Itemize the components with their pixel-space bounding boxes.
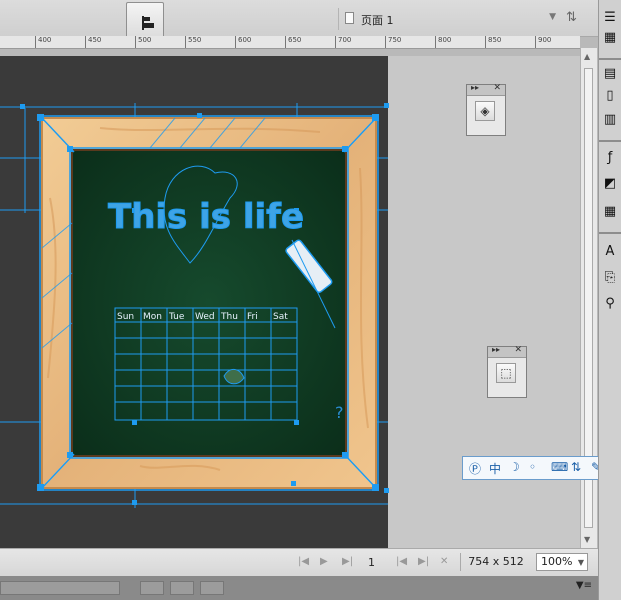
page-selector-label: 页面 1: [361, 14, 394, 27]
calendar-day-label: Tue: [168, 312, 185, 322]
tool-icon[interactable]: ⎘: [602, 270, 618, 286]
tool-icon[interactable]: ⚲: [602, 296, 618, 312]
chevron-down-icon: ▼: [549, 12, 556, 22]
collapse-icon[interactable]: ▸▸: [492, 345, 500, 354]
bottom-panel-strip: ▼≡: [0, 576, 598, 600]
ime-mode-icon[interactable]: Ⓟ: [469, 460, 481, 477]
close-icon[interactable]: ✕: [493, 83, 501, 93]
tool-icon[interactable]: ▥: [602, 112, 618, 128]
ruler-tick: 650: [288, 36, 302, 44]
tool-icon[interactable]: ☰: [602, 10, 618, 26]
svg-text:?: ?: [335, 403, 344, 422]
ime-tool-icon[interactable]: ⇅: [571, 460, 581, 474]
ime-chinese-icon[interactable]: 中: [489, 460, 501, 477]
sort-icon[interactable]: ⇅: [566, 10, 577, 25]
ruler-tick: 600: [238, 36, 252, 44]
canvas-size: 754 x 512: [460, 553, 531, 571]
layers-icon[interactable]: ◈: [475, 101, 495, 121]
page-document-icon: [345, 12, 354, 24]
close-icon[interactable]: ✕: [514, 345, 522, 355]
tool-icon[interactable]: ▯: [602, 88, 618, 104]
status-bar: |◀ ▶ ▶| 1 |◀ ▶| ✕ 754 x 512 100% ▼: [0, 548, 598, 576]
ruler-tick: 450: [88, 36, 102, 44]
path-panel[interactable]: ▸▸ ✕ ⬚: [487, 345, 527, 398]
ime-keyboard-icon[interactable]: ⌨: [551, 460, 568, 474]
ruler-tick: 800: [438, 36, 452, 44]
tool-icon[interactable]: ◩: [602, 176, 618, 192]
calendar-day-label: Mon: [143, 312, 162, 322]
right-tool-strip: ☰ ▦ ▤ ▯ ▥ ƒ ◩ ▦ A ⎘ ⚲: [598, 0, 621, 600]
scroll-down-icon[interactable]: ▼: [584, 535, 590, 544]
collapse-icon[interactable]: ▸▸: [471, 83, 479, 92]
zoom-value: 100%: [541, 555, 573, 568]
tool-icon[interactable]: ▦: [602, 204, 618, 220]
ime-toolbar[interactable]: Ⓟ 中 ☽ ◦ ⌨ ⇅ ✎: [462, 456, 610, 480]
calendar-day-label: Wed: [195, 312, 215, 322]
scroll-up-icon[interactable]: ▲: [584, 52, 590, 61]
ruler-tick: 900: [538, 36, 552, 44]
ruler-tick: 850: [488, 36, 502, 44]
next-icon[interactable]: ▶|: [418, 556, 429, 567]
page-number[interactable]: 1: [368, 556, 375, 569]
page-selector[interactable]: 页面 1 ▼: [338, 8, 560, 30]
ruler-tick: 400: [38, 36, 52, 44]
prev-icon[interactable]: |◀: [396, 556, 407, 567]
ime-moon-icon[interactable]: ☽: [509, 460, 520, 474]
calendar-day-label: Sat: [273, 312, 288, 322]
tool-icon[interactable]: ▦: [602, 30, 618, 46]
ruler-tick: 750: [388, 36, 402, 44]
zoom-select[interactable]: 100% ▼: [536, 553, 588, 571]
calendar-day-label: Thu: [220, 312, 238, 322]
calendar-day-label: Sun: [117, 312, 134, 322]
chalkboard[interactable]: [71, 149, 347, 457]
ruler-tick: 550: [188, 36, 202, 44]
panel-menu-icon[interactable]: ▼≡: [576, 580, 592, 591]
path-icon[interactable]: ⬚: [496, 363, 516, 383]
close-icon[interactable]: ✕: [440, 556, 448, 567]
ime-punct-icon[interactable]: ◦: [529, 460, 536, 474]
layers-panel[interactable]: ▸▸ ✕ ◈: [466, 83, 506, 136]
chevron-down-icon: ▼: [577, 558, 584, 567]
ruler-tick: 700: [338, 36, 352, 44]
tool-icon[interactable]: ▤: [602, 66, 618, 82]
fx-icon[interactable]: ƒ: [602, 150, 618, 166]
calendar-day-label: Fri: [247, 312, 258, 322]
play-icon[interactable]: ▶: [320, 556, 328, 567]
ruler-tick: 500: [138, 36, 152, 44]
headline-text[interactable]: This is life: [108, 197, 305, 238]
last-page-icon[interactable]: ▶|: [342, 556, 353, 567]
text-tool-icon[interactable]: A: [602, 244, 618, 260]
first-page-icon[interactable]: |◀: [298, 556, 309, 567]
